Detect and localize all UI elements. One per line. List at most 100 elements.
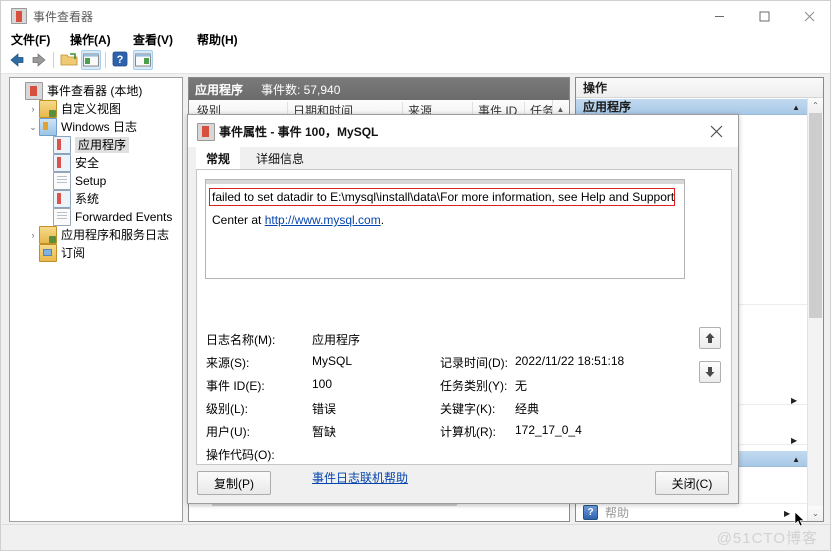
navigate-up-icon[interactable] <box>699 327 721 349</box>
menu-help[interactable]: 帮助(H) <box>197 31 238 48</box>
tree-item-4[interactable]: 安全 <box>13 154 182 172</box>
dialog-tabs: 常规 详细信息 <box>188 147 738 169</box>
tab-general[interactable]: 常规 <box>196 147 241 169</box>
menu-action[interactable]: 操作(A) <box>70 31 111 48</box>
windows-logs-icon <box>39 118 57 136</box>
actions-help-label: 帮助 <box>605 506 630 520</box>
menu-file[interactable]: 文件(F) <box>11 31 50 48</box>
field-label-event-id: 事件 ID(E): <box>206 379 265 393</box>
tree-item-2[interactable]: ⌄ Windows 日志 <box>13 118 182 136</box>
open-folder-icon[interactable] <box>59 50 79 70</box>
toolbar: ? <box>1 47 830 74</box>
setup-log-icon <box>53 172 71 190</box>
mouse-cursor <box>794 511 806 531</box>
event-viewer-icon <box>11 8 27 24</box>
field-value-log-name: 应用程序 <box>312 333 361 347</box>
field-label-logged: 记录时间(D): <box>440 356 508 370</box>
menu-bar: 文件(F) 操作(A) 查看(V) 帮助(H) <box>1 31 830 48</box>
actions-scroll-thumb[interactable] <box>809 113 822 318</box>
tree-item-3[interactable]: 应用程序 <box>13 136 182 154</box>
event-list-header: 应用程序 事件数: 57,940 <box>189 78 569 100</box>
field-label-source: 来源(S): <box>206 356 250 370</box>
tree-item-7[interactable]: Forwarded Events <box>13 208 182 226</box>
field-value-logged: 2022/11/22 18:51:18 <box>515 354 625 368</box>
actions-group-application[interactable]: 应用程序 ▲ <box>576 98 808 115</box>
field-value-event-id: 100 <box>312 377 333 391</box>
dialog-close-button[interactable] <box>694 115 738 147</box>
dialog-title-bar: 事件属性 - 事件 100，MySQL <box>188 115 738 147</box>
window-title: 事件查看器 <box>33 10 94 24</box>
help-icon[interactable]: ? <box>111 50 131 70</box>
actions-group-label: 应用程序 <box>583 100 632 114</box>
dialog-body: failed to set datadir to E:\mysql\instal… <box>196 169 732 485</box>
toolbar-separator-2 <box>105 52 106 68</box>
maximize-button[interactable] <box>742 1 787 31</box>
collapse-caret-icon-2[interactable]: ▲ <box>792 455 800 464</box>
help-icon: ? <box>583 505 598 520</box>
copy-button[interactable]: 复制(P) <box>197 471 271 495</box>
close-button-dialog[interactable]: 关闭(C) <box>655 471 729 495</box>
event-message-line-2: Center at http://www.mysql.com. <box>212 213 384 227</box>
twisty-icon[interactable]: › <box>27 226 39 244</box>
tree-item-6[interactable]: 系统 <box>13 190 182 208</box>
twisty-icon[interactable]: ⌄ <box>27 118 39 136</box>
show-hide-action-pane-icon[interactable] <box>133 50 153 70</box>
tab-details[interactable]: 详细信息 <box>246 147 314 169</box>
tree-item-label: 系统 <box>75 192 100 206</box>
mysql-website-link[interactable]: http://www.mysql.com <box>265 213 381 227</box>
custom-views-folder-icon <box>39 100 57 118</box>
forward-arrow-icon[interactable] <box>29 50 49 70</box>
subscriptions-icon <box>39 244 57 262</box>
message-prefix: Center at <box>212 213 265 227</box>
menu-view[interactable]: 查看(V) <box>133 31 173 48</box>
actions-scroll-down-button[interactable]: ⌄ <box>808 506 823 521</box>
expand-caret-icon-4[interactable]: ▶ <box>784 509 790 518</box>
tree-item-label: 订阅 <box>61 246 86 260</box>
collapse-caret-icon[interactable]: ▲ <box>792 103 800 112</box>
window-controls <box>697 1 830 31</box>
field-value-source: MySQL <box>312 354 353 368</box>
tree-item-8[interactable]: › 应用程序和服务日志 <box>13 226 182 244</box>
field-value-keywords: 经典 <box>515 402 540 416</box>
tree-item-0[interactable]: 事件查看器 (本地) <box>13 82 182 100</box>
minimize-button[interactable] <box>697 1 742 31</box>
event-properties-icon <box>197 123 215 141</box>
console-tree-pane: 事件查看器 (本地) › 自定义视图 ⌄ Windows 日志 应用程序安全 Setup 系统… <box>9 77 183 522</box>
actions-header: 操作 <box>576 78 823 98</box>
tree-item-label: 安全 <box>75 156 100 170</box>
tree-item-5[interactable]: Setup <box>13 172 182 190</box>
event-message-box[interactable]: failed to set datadir to E:\mysql\instal… <box>205 179 685 279</box>
actions-vertical-scrollbar[interactable]: ⌃ ⌄ <box>807 98 823 521</box>
app-services-logs-icon <box>39 226 57 244</box>
tree-item-9[interactable]: 订阅 <box>13 244 182 262</box>
tree-item-label: Windows 日志 <box>61 120 138 134</box>
close-button[interactable] <box>787 1 830 31</box>
field-label-level: 级别(L): <box>206 402 249 416</box>
tree-item-1[interactable]: › 自定义视图 <box>13 100 182 118</box>
title-bar: 事件查看器 <box>1 1 830 31</box>
event-properties-dialog: 事件属性 - 事件 100，MySQL 常规 详细信息 failed to se… <box>187 114 739 504</box>
forwarded-events-log-icon <box>53 208 71 226</box>
twisty-icon[interactable]: › <box>27 100 39 118</box>
event-message-line-1: failed to set datadir to E:\mysql\instal… <box>209 188 675 206</box>
actions-help-item[interactable]: ? 帮助 ▶ <box>576 503 808 521</box>
tree-item-label: Setup <box>75 174 107 188</box>
message-suffix: . <box>380 213 385 227</box>
back-arrow-icon[interactable] <box>7 50 27 70</box>
security-log-icon <box>53 154 71 172</box>
navigate-down-icon[interactable] <box>699 361 721 383</box>
event-count: 事件数: 57,940 <box>261 82 341 97</box>
tree-item-label: 应用程序 <box>75 137 130 153</box>
application-log-icon <box>53 136 71 154</box>
message-scroll-cap <box>206 180 684 184</box>
actions-scroll-up-button[interactable]: ⌃ <box>808 98 823 113</box>
show-hide-console-tree-icon[interactable] <box>81 50 101 70</box>
field-label-user: 用户(U): <box>206 425 250 439</box>
field-label-task-category: 任务类别(Y): <box>440 379 508 393</box>
